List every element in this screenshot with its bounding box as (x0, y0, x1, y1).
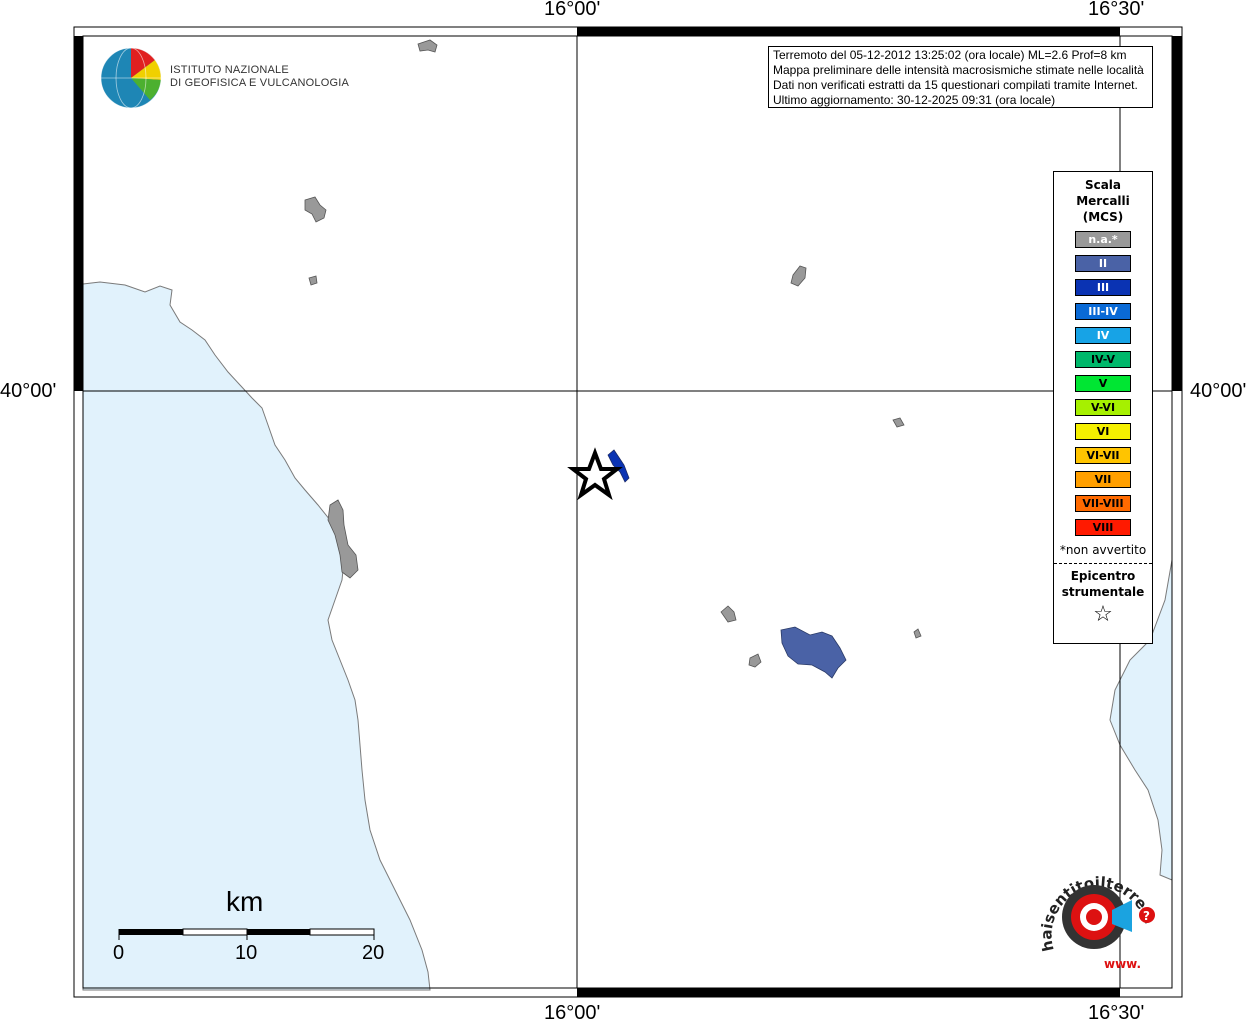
logo-line-1: ISTITUTO NAZIONALE (170, 64, 289, 76)
frame-bar-right (1172, 36, 1182, 391)
locality-na (913, 628, 922, 639)
legend-swatch-n-a: n.a.* (1075, 231, 1131, 248)
locality-na (790, 265, 807, 287)
info-line-3: Dati non verificati estratti da 15 quest… (773, 78, 1138, 92)
ingv-logo-text: ISTITUTO NAZIONALE DI GEOFISICA E VULCAN… (170, 64, 349, 90)
legend-swatch-list: n.a.* II III III-IV IV IV-V V V-VI VI VI-VII VII VI… (1054, 231, 1152, 536)
legend-star-icon: ☆ (1093, 602, 1113, 627)
legend-epicentro-line-1: Epicentro (1070, 569, 1136, 583)
ingv-logo-globe-icon (100, 47, 162, 109)
legend-swatch-vi-vii: VI-VII (1075, 447, 1131, 464)
lon-label-bottom-16-30: 16°30' (1088, 1002, 1145, 1024)
legend-swatch-viii: VIII (1075, 519, 1131, 536)
lon-label-top-16-00: 16°00' (544, 0, 601, 20)
locality-na (892, 417, 905, 428)
legend-title: Scala Mercalli (MCS) (1054, 177, 1152, 225)
legend-title-line-3: (MCS) (1082, 210, 1124, 224)
scale-unit-label: km (226, 886, 264, 917)
info-line-4: Ultimo aggiornamento: 30-12-2025 09:31 (… (773, 93, 1056, 107)
badge-www-text: www. (1104, 957, 1141, 971)
scale-label-0: 0 (113, 942, 125, 964)
info-line-1: Terremoto del 05-12-2012 13:25:02 (ora l… (773, 48, 1127, 62)
legend-swatch-ii: II (1075, 255, 1131, 272)
locality-na (304, 196, 327, 223)
lon-label-top-16-30: 16°30' (1088, 0, 1145, 20)
locality-na (720, 605, 737, 623)
info-line-2: Mappa preliminare delle intensità macros… (773, 63, 1144, 77)
lon-label-bottom-16-00: 16°00' (544, 1002, 601, 1024)
intensity-legend: Scala Mercalli (MCS) n.a.* II III III-IV IV I… (1053, 171, 1153, 644)
frame-bar-bottom (577, 988, 1120, 997)
legend-epicentro-line-2: strumentale (1061, 585, 1145, 599)
locality-na (417, 39, 438, 53)
locality-intensity-iii (607, 449, 630, 483)
legend-swatch-vi: VI (1075, 423, 1131, 440)
event-info-box: Terremoto del 05-12-2012 13:25:02 (ora l… (768, 46, 1153, 108)
sea-area-west (82, 281, 431, 991)
locality-na (748, 653, 762, 668)
lat-label-left-40-00: 40°00' (0, 380, 57, 402)
legend-swatch-v: V (1075, 375, 1131, 392)
scale-label-20: 20 (362, 942, 385, 964)
haisentito-badge-icon[interactable]: haisentitoilterremoto.it ? www. (1032, 860, 1162, 975)
legend-swatch-v-vi: V-VI (1075, 399, 1131, 416)
legend-divider (1054, 563, 1152, 564)
legend-swatch-vii-viii: VII-VIII (1075, 495, 1131, 512)
legend-swatch-iii: III (1075, 279, 1131, 296)
logo-line-2: DI GEOFISICA E VULCANOLOGIA (170, 77, 349, 89)
locality-na (308, 275, 318, 286)
legend-title-line-1: Scala (1084, 178, 1122, 192)
scale-label-10: 10 (235, 942, 258, 964)
legend-swatch-iii-iv: III-IV (1075, 303, 1131, 320)
locality-intensity-ii (780, 626, 847, 679)
legend-title-line-2: Mercalli (1076, 194, 1130, 208)
legend-swatch-vii: VII (1075, 471, 1131, 488)
svg-text:?: ? (1143, 909, 1150, 923)
legend-swatch-iv-v: IV-V (1075, 351, 1131, 368)
legend-note: *non avvertito (1059, 543, 1147, 557)
frame-bar-top (577, 27, 1120, 36)
lat-label-right-40-00: 40°00' (1190, 380, 1247, 402)
frame-bar-left (74, 36, 83, 391)
legend-swatch-iv: IV (1075, 327, 1131, 344)
legend-epicentro-label: Epicentro strumentale (1054, 568, 1152, 600)
